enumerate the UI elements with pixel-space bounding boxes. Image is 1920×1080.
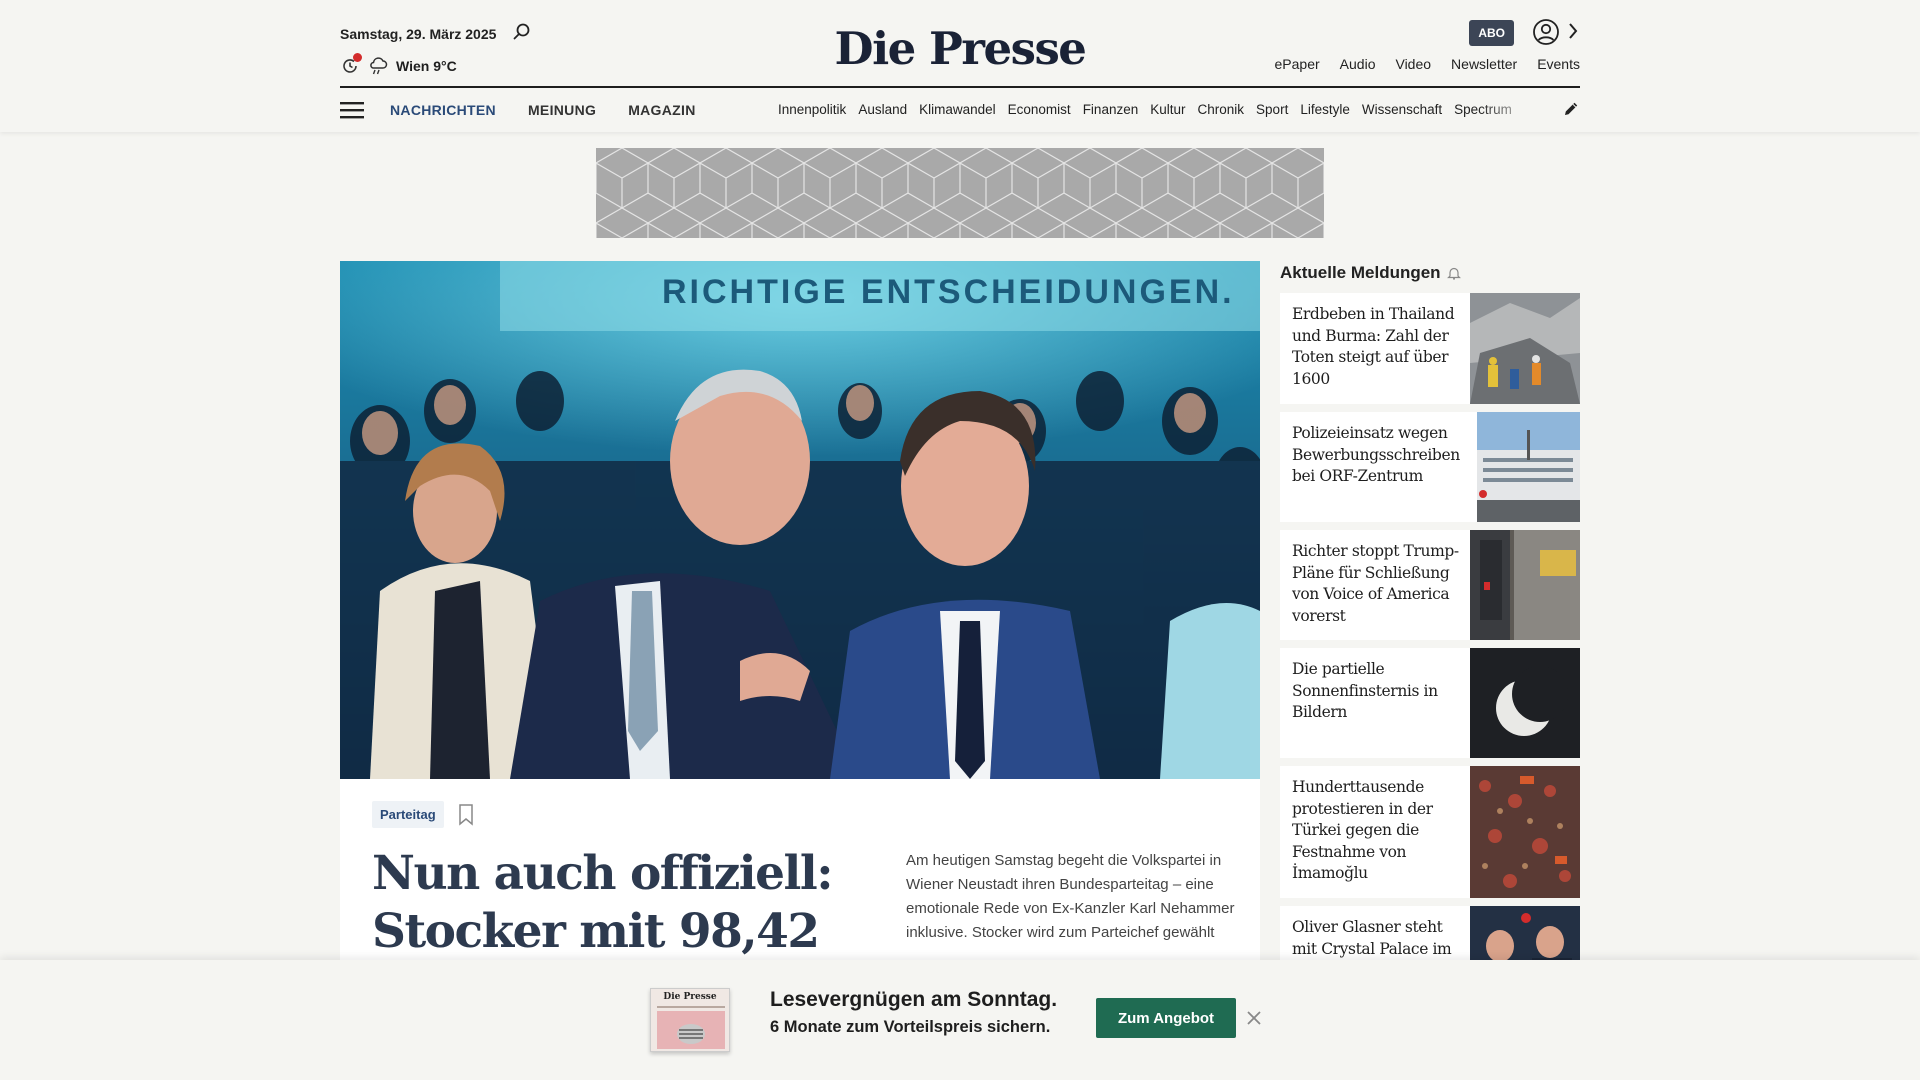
lead-teaser: Am heutigen Samstag begeht die Volkspart… xyxy=(906,852,1235,941)
tag-row: Parteitag xyxy=(372,801,474,828)
news-item[interactable]: Erdbeben in Thailand und Burma: Zahl der… xyxy=(1280,293,1580,404)
photo-banner-text: RICHTIGE ENTSCHEIDUNGEN. xyxy=(662,273,1235,311)
category-tag[interactable]: Parteitag xyxy=(372,801,444,828)
link-audio[interactable]: Audio xyxy=(1340,56,1376,72)
news-item[interactable]: Die partielle Sonnenfinsternis in Bilder… xyxy=(1280,648,1580,758)
section-kultur[interactable]: Kultur xyxy=(1150,102,1185,117)
section-ausland[interactable]: Ausland xyxy=(858,102,907,117)
section-klimawandel[interactable]: Klimawandel xyxy=(919,102,996,117)
section-innenpolitik[interactable]: Innenpolitik xyxy=(778,102,846,117)
news-item-thumbnail xyxy=(1470,530,1580,640)
header-divider xyxy=(340,86,1580,88)
section-spectrum[interactable]: Spectrum xyxy=(1454,102,1512,117)
lead-headline[interactable]: Nun auch offiziell: Stocker mit 98,42 xyxy=(372,845,842,961)
lead-article[interactable]: RICHTIGE ENTSCHEIDUNGEN. Parteitag Nun a… xyxy=(340,261,1260,961)
news-item-thumbnail xyxy=(1477,412,1580,522)
section-links: Innenpolitik Ausland Klimawandel Economi… xyxy=(778,102,1540,117)
lead-photo[interactable]: RICHTIGE ENTSCHEIDUNGEN. xyxy=(340,261,1260,779)
offer-button[interactable]: Zum Angebot xyxy=(1096,998,1236,1038)
section-finanzen[interactable]: Finanzen xyxy=(1083,102,1139,117)
section-economist[interactable]: Economist xyxy=(1008,102,1071,117)
news-item-thumbnail xyxy=(1470,766,1580,898)
main-nav: NACHRICHTEN MEINUNG MAGAZIN Innenpolitik… xyxy=(340,96,1580,124)
nav-nachrichten[interactable]: NACHRICHTEN xyxy=(390,102,496,118)
promo-subline: 6 Monate zum Vorteilspreis sichern. xyxy=(770,1018,1051,1036)
section-wissenschaft[interactable]: Wissenschaft xyxy=(1362,102,1442,117)
link-epaper[interactable]: ePaper xyxy=(1275,56,1320,72)
chevron-right-icon[interactable] xyxy=(1566,20,1580,42)
link-video[interactable]: Video xyxy=(1395,56,1431,72)
sidebar-title-text: Aktuelle Meldungen xyxy=(1280,263,1441,282)
news-item-title: Erdbeben in Thailand und Burma: Zahl der… xyxy=(1292,305,1455,388)
hamburger-menu-icon[interactable] xyxy=(340,100,364,120)
bell-icon[interactable] xyxy=(1446,266,1461,280)
ad-pattern xyxy=(596,148,1324,238)
site-header: Samstag, 29. März 2025 Wien 9°C Die Pres… xyxy=(0,0,1920,132)
news-item-title: Richter stoppt Trump-Pläne für Schließun… xyxy=(1292,542,1459,625)
news-sidebar: Aktuelle Meldungen Erdbeben in Thailand … xyxy=(1280,261,1580,1024)
promo-headline: Lesevergnügen am Sonntag. xyxy=(770,988,1058,1011)
news-item-title: Hunderttausende protestieren in der Türk… xyxy=(1292,778,1433,882)
news-item-thumbnail xyxy=(1470,293,1580,404)
promo-mini-logo: Die Presse xyxy=(663,992,717,1002)
newspaper-thumbnail: Die Presse xyxy=(650,988,730,1052)
news-item[interactable]: Richter stoppt Trump-Pläne für Schließun… xyxy=(1280,530,1580,640)
top-links: ePaper Audio Video Newsletter Events xyxy=(1275,56,1580,72)
sidebar-title: Aktuelle Meldungen xyxy=(1280,261,1580,285)
user-account-icon[interactable] xyxy=(1532,18,1560,46)
close-icon[interactable] xyxy=(1246,1010,1262,1026)
section-chronik[interactable]: Chronik xyxy=(1198,102,1245,117)
section-lifestyle[interactable]: Lifestyle xyxy=(1300,102,1350,117)
news-item-title: Polizeieinsatz wegen Bewerbungsschreiben… xyxy=(1292,424,1460,485)
section-sport[interactable]: Sport xyxy=(1256,102,1288,117)
news-item-thumbnail xyxy=(1470,648,1580,758)
ad-banner[interactable] xyxy=(596,148,1324,238)
news-item[interactable]: Polizeieinsatz wegen Bewerbungsschreiben… xyxy=(1280,412,1580,522)
abo-button[interactable]: ABO xyxy=(1469,20,1514,46)
header-inner: Samstag, 29. März 2025 Wien 9°C Die Pres… xyxy=(340,0,1580,132)
link-newsletter[interactable]: Newsletter xyxy=(1451,56,1517,72)
news-item[interactable]: Hunderttausende protestieren in der Türk… xyxy=(1280,766,1580,898)
nav-meinung[interactable]: MEINUNG xyxy=(528,102,596,118)
bookmark-icon[interactable] xyxy=(458,803,474,826)
news-item-title: Die partielle Sonnenfinsternis in Bilder… xyxy=(1292,660,1438,721)
link-events[interactable]: Events xyxy=(1537,56,1580,72)
nav-magazin[interactable]: MAGAZIN xyxy=(628,102,695,118)
subscription-promo-bar: Die Presse Lesevergnügen am Sonntag. 6 M… xyxy=(0,960,1920,1080)
pencil-icon[interactable] xyxy=(1562,100,1580,118)
